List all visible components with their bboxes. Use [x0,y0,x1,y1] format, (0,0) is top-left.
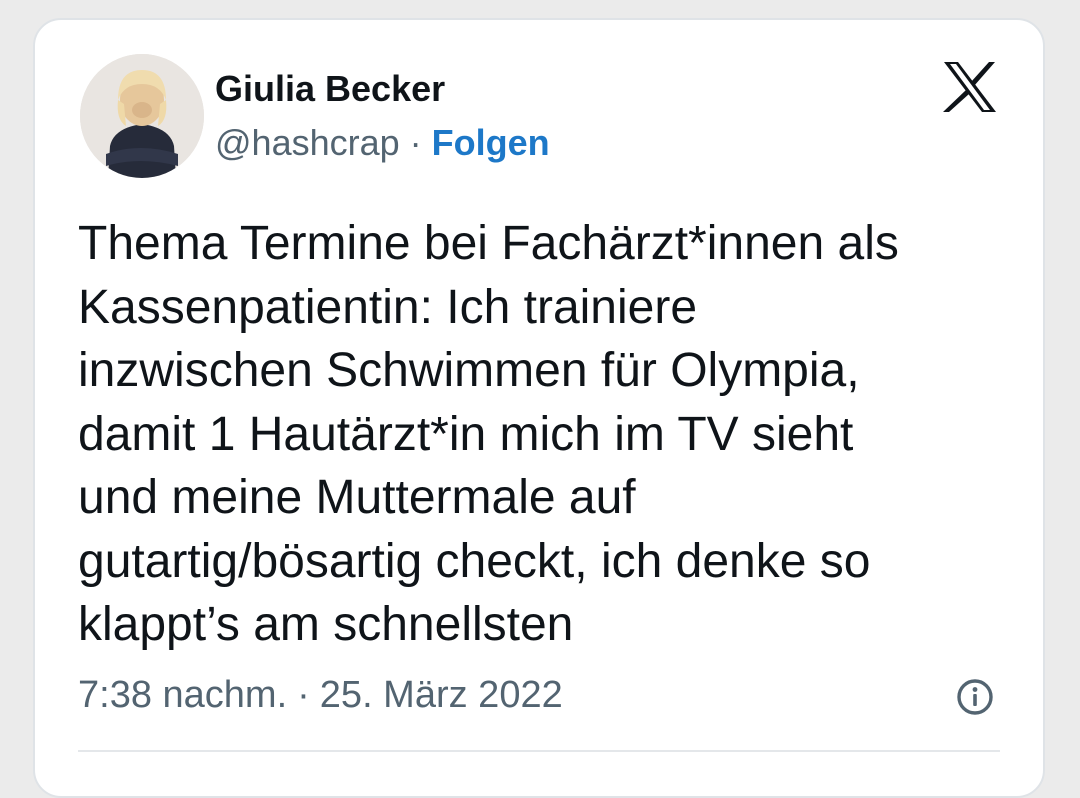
tweet-text: Thema Termine bei Fachärzt*innen als Kas… [78,217,899,651]
divider [78,750,1000,752]
tweet-date[interactable]: 25. März 2022 [320,674,563,716]
avatar[interactable] [80,54,204,178]
tweet-card: Giulia Becker @hashcrap · Folgen Thema Ter… [33,18,1045,798]
profile-photo-icon [80,54,204,178]
tweet-time[interactable]: 7:38 nachm. [78,674,287,716]
separator-dot: · [409,122,422,163]
tweet-meta: 7:38 nachm. · 25. März 2022 [78,674,563,717]
author-handle[interactable]: @hashcrap [215,122,400,163]
x-logo-icon[interactable] [941,60,999,114]
author-name[interactable]: Giulia Becker [215,68,445,110]
info-icon[interactable] [955,677,995,717]
separator-dot: · [297,674,310,716]
handle-row: @hashcrap · Folgen [215,122,550,164]
follow-button[interactable]: Folgen [432,122,550,163]
